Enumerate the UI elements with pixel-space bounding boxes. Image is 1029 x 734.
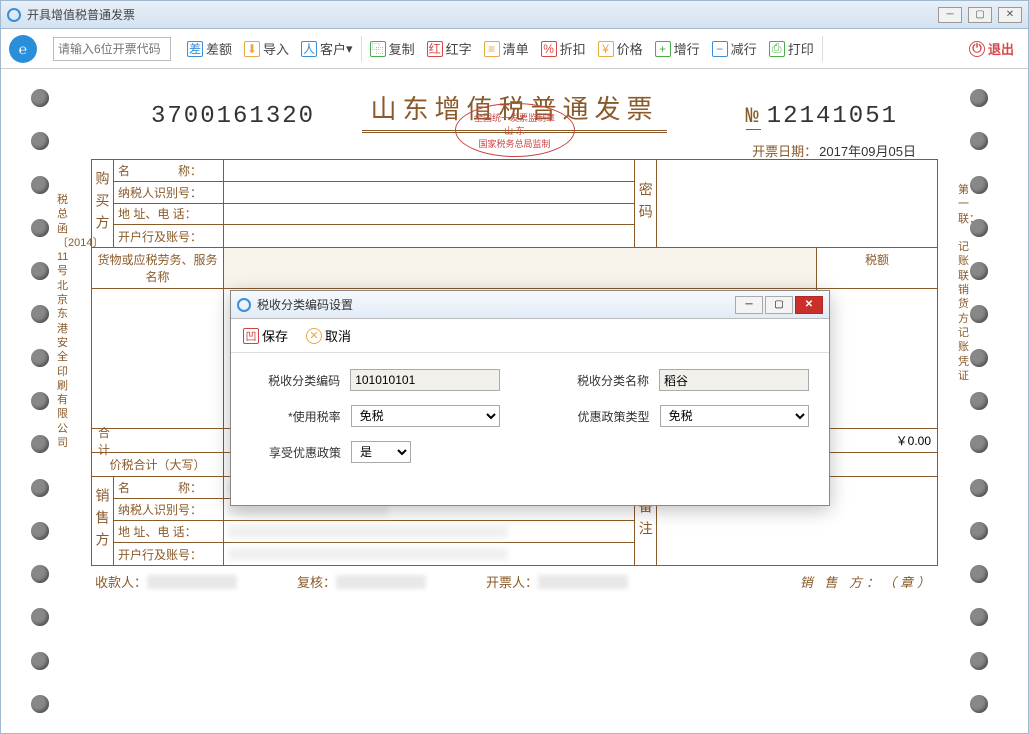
buyer-taxid-input[interactable] <box>228 185 630 199</box>
tax-code-label: 税收分类编码 <box>251 372 340 389</box>
col-hidden <box>224 248 817 288</box>
addrow-icon: + <box>655 41 671 57</box>
col-taxamt: 税额 <box>817 248 937 288</box>
import-icon: ⬇ <box>244 41 260 57</box>
price-icon: ¥ <box>598 41 614 57</box>
enjoy-policy-select[interactable]: 是 <box>351 441 411 463</box>
app-icon <box>7 8 21 22</box>
tax-name-label: 税收分类名称 <box>560 372 649 389</box>
tax-rate-select[interactable]: 免税 <box>351 405 500 427</box>
items-header: 货物或应税劳务、服务名称 税额 <box>92 248 937 289</box>
tax-code-input[interactable] <box>350 369 500 391</box>
invoice-footer: 收款人： 复核： 开票人： 销 售 方：（章） <box>91 566 938 597</box>
invoice-code-input[interactable] <box>53 37 171 61</box>
titlebar: 开具增值税普通发票 ─ ▢ ✕ <box>1 1 1028 29</box>
discount-icon: % <box>541 41 557 57</box>
invoice-number: №12141051 <box>746 103 898 130</box>
window-title: 开具增值税普通发票 <box>27 6 135 23</box>
hongzi-button[interactable]: 红红字 <box>421 35 478 63</box>
side-text-right: 第一联： 记账联 销货方记账凭证 <box>958 183 972 383</box>
invoice-code: 3700161320 <box>151 103 315 130</box>
dialog-title: 税收分类编码设置 <box>257 296 353 313</box>
dialog-body: 税收分类编码 税收分类名称 *使用税率 免税 优惠政策类型 免税 享受优惠政策 … <box>231 353 829 505</box>
tax-stamp: 全国统一发票监制章 山 东 国家税务总局监制 <box>455 103 575 157</box>
dialog-icon <box>237 298 251 312</box>
dayin-button[interactable]: ⎙打印 <box>763 35 820 63</box>
policy-type-label: 优惠政策类型 <box>560 408 650 425</box>
fuzhi-button[interactable]: ⿻复制 <box>364 35 421 63</box>
buyer-fields <box>224 160 635 247</box>
qingdan-button[interactable]: ≡清单 <box>478 35 535 63</box>
cancel-icon: ✕ <box>306 328 322 344</box>
exit-icon: ⏻ <box>969 41 985 57</box>
delrow-icon: − <box>712 41 728 57</box>
seller-addr-value <box>228 526 508 538</box>
buyer-bank-input[interactable] <box>228 229 630 243</box>
dialog-close-button[interactable]: ✕ <box>795 296 823 314</box>
window-controls: ─ ▢ ✕ <box>938 7 1022 23</box>
payee: 收款人： <box>95 572 237 591</box>
maximize-button[interactable]: ▢ <box>968 7 992 23</box>
perforation-right <box>970 83 998 719</box>
seller-labels: 名 称： 纳税人识别号： 地 址、电 话： 开户行及账号： <box>114 477 224 565</box>
save-icon: 凹 <box>243 328 259 344</box>
chae-icon: 差 <box>187 41 203 57</box>
separator <box>822 36 823 62</box>
perforation-left <box>31 83 59 719</box>
invoice-date: 开票日期：2017年09月05日 <box>752 141 918 160</box>
copy-icon: ⿻ <box>370 41 386 57</box>
buyer-labels: 名 称： 纳税人识别号： 地 址、电 话： 开户行及账号： <box>114 160 224 247</box>
tax-total: ￥0.00 <box>817 429 937 452</box>
buyer-name-input[interactable] <box>228 163 630 177</box>
password-area <box>657 160 937 247</box>
checker: 复核： <box>297 572 426 591</box>
jiage-button[interactable]: ¥价格 <box>592 35 649 63</box>
total-label: 合 计 <box>92 429 224 452</box>
cancel-button[interactable]: ✕取消 <box>302 324 355 347</box>
col-goods: 货物或应税劳务、服务名称 <box>92 248 224 288</box>
policy-type-select[interactable]: 免税 <box>660 405 809 427</box>
drawer: 开票人： <box>486 572 628 591</box>
minimize-button[interactable]: ─ <box>938 7 962 23</box>
dialog-maximize-button[interactable]: ▢ <box>765 296 793 314</box>
side-text-left: 税总函〔2014〕11号北京东港安全印刷有限公司 <box>57 193 71 450</box>
jianhang-button[interactable]: −减行 <box>706 35 763 63</box>
seller-bank-value <box>228 548 508 560</box>
password-header: 密码 <box>635 160 657 247</box>
daoru-button[interactable]: ⬇导入 <box>238 35 295 63</box>
logo-icon[interactable]: ℮ <box>9 35 37 63</box>
grand-label: 价税合计（大写） <box>92 453 224 476</box>
seller-signature: 销 售 方：（章） <box>800 572 934 591</box>
separator <box>361 36 362 62</box>
red-icon: 红 <box>427 41 443 57</box>
toolbar: ℮ 差差额 ⬇导入 人客户▾ ⿻复制 红红字 ≡清单 %折扣 ¥价格 +增行 −… <box>1 29 1028 69</box>
dialog-titlebar[interactable]: 税收分类编码设置 ─ ▢ ✕ <box>231 291 829 319</box>
tax-code-dialog: 税收分类编码设置 ─ ▢ ✕ 凹保存 ✕取消 税收分类编码 税收分类名称 *使用… <box>230 290 830 506</box>
zhekou-button[interactable]: %折扣 <box>535 35 592 63</box>
buyer-header: 购买方 <box>92 160 114 247</box>
enjoy-policy-label: 享受优惠政策 <box>251 444 341 461</box>
tax-name-input[interactable] <box>659 369 809 391</box>
tax-rate-label: *使用税率 <box>251 408 341 425</box>
dialog-toolbar: 凹保存 ✕取消 <box>231 319 829 353</box>
close-button[interactable]: ✕ <box>998 7 1022 23</box>
customer-icon: 人 <box>301 41 317 57</box>
tuichu-button[interactable]: ⏻退出 <box>963 35 1020 63</box>
dialog-window-controls: ─ ▢ ✕ <box>735 296 823 314</box>
seller-header: 销售方 <box>92 477 114 565</box>
print-icon: ⎙ <box>769 41 785 57</box>
kehu-button[interactable]: 人客户▾ <box>295 35 359 63</box>
save-button[interactable]: 凹保存 <box>239 324 292 347</box>
list-icon: ≡ <box>484 41 500 57</box>
buyer-addr-input[interactable] <box>228 207 630 221</box>
chae-button[interactable]: 差差额 <box>181 35 238 63</box>
zenghang-button[interactable]: +增行 <box>649 35 706 63</box>
dialog-minimize-button[interactable]: ─ <box>735 296 763 314</box>
invoice-header: 3700161320 山东增值税普通发票 全国统一发票监制章 山 东 国家税务总… <box>91 83 938 159</box>
